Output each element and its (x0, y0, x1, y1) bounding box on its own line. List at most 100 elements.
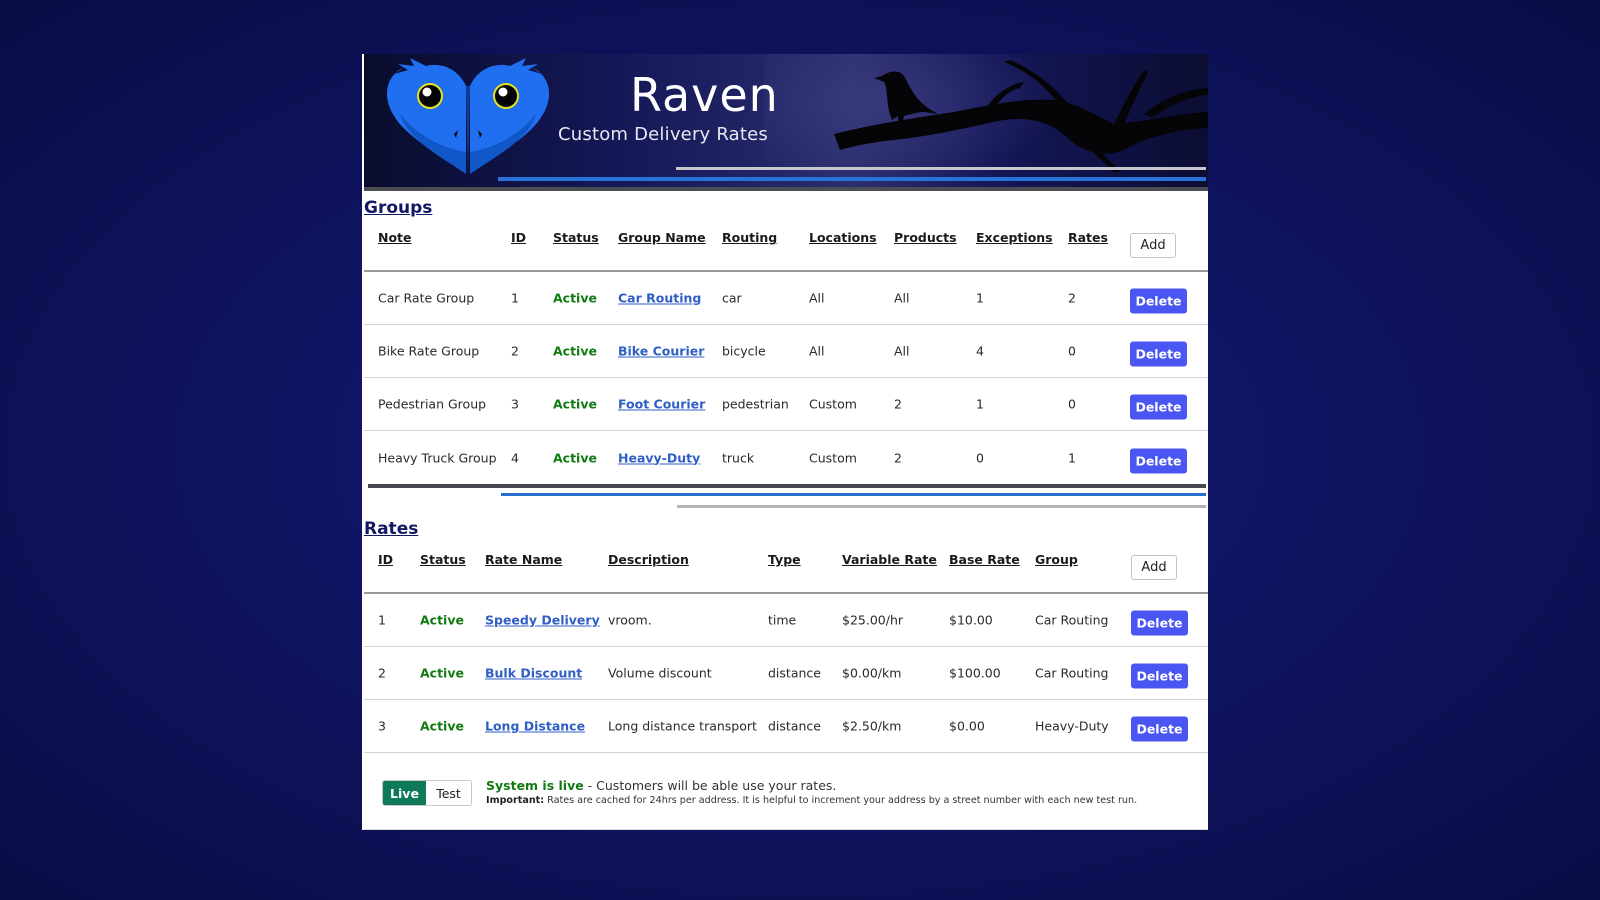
col-base-rate[interactable]: Base Rate (949, 552, 1020, 567)
group-rates: 1 (1068, 450, 1076, 465)
col-products[interactable]: Products (894, 230, 957, 245)
app-subtitle: Custom Delivery Rates (558, 124, 768, 145)
col-variable-rate[interactable]: Variable Rate (842, 552, 937, 567)
group-row: Pedestrian Group 3 Active Foot Courier p… (364, 378, 1208, 431)
groups-title[interactable]: Groups (364, 198, 432, 218)
group-routing: car (722, 290, 742, 306)
rate-row: 3 Active Long Distance Long distance tra… (364, 700, 1208, 753)
col-locations[interactable]: Locations (809, 230, 877, 245)
group-note: Bike Rate Group (378, 343, 480, 359)
col-group-name[interactable]: Group Name (618, 230, 706, 245)
group-locations: Custom (809, 450, 857, 465)
delete-group-button[interactable]: Delete (1130, 288, 1187, 314)
delete-rate-button[interactable]: Delete (1131, 716, 1188, 742)
rate-name-link[interactable]: Long Distance (485, 719, 585, 734)
group-id: 2 (511, 343, 519, 359)
delete-group-button[interactable]: Delete (1130, 394, 1187, 420)
group-locations: Custom (809, 396, 857, 412)
groups-table: Note ID Status Group Name Routing Locati… (364, 218, 1208, 484)
rate-group: Heavy-Duty (1035, 718, 1109, 734)
group-rates: 2 (1068, 290, 1076, 306)
col-exceptions[interactable]: Exceptions (976, 230, 1053, 245)
group-status: Active (553, 450, 597, 465)
group-rates: 0 (1068, 343, 1076, 359)
group-locations: All (809, 290, 825, 306)
col-note[interactable]: Note (378, 230, 412, 245)
raven-on-branch-icon (834, 60, 1208, 172)
group-status: Active (553, 343, 597, 359)
panel-bottom-border (364, 827, 1208, 830)
col-id[interactable]: ID (511, 230, 526, 245)
toggle-live-button[interactable]: Live (383, 781, 426, 805)
group-locations: All (809, 343, 825, 359)
group-id: 3 (511, 396, 519, 412)
banner-line-blue (498, 177, 1206, 181)
section-divider-grey (677, 505, 1206, 508)
col-status[interactable]: Status (553, 230, 599, 245)
group-id: 4 (511, 450, 519, 465)
group-exceptions: 0 (976, 450, 984, 465)
group-products: All (894, 290, 910, 306)
add-group-button[interactable]: Add (1130, 233, 1176, 258)
rate-status: Active (420, 718, 464, 734)
group-name-link[interactable]: Car Routing (618, 291, 701, 306)
rate-status: Active (420, 612, 464, 628)
col-rate-name[interactable]: Rate Name (485, 552, 562, 567)
rate-variable: $25.00/hr (842, 612, 904, 628)
header-banner: Raven Custom Delivery Rates (364, 54, 1208, 191)
add-rate-button[interactable]: Add (1131, 555, 1177, 580)
col-type[interactable]: Type (768, 552, 801, 567)
col-id[interactable]: ID (378, 552, 393, 567)
col-group[interactable]: Group (1035, 552, 1078, 567)
group-name-link[interactable]: Heavy-Duty (618, 450, 700, 465)
rate-row: 2 Active Bulk Discount Volume discount d… (364, 647, 1208, 700)
group-products: All (894, 343, 910, 359)
important-text: Rates are cached for 24hrs per address. … (544, 795, 1138, 806)
rate-id: 3 (378, 718, 386, 734)
group-exceptions: 1 (976, 290, 984, 306)
group-routing: pedestrian (722, 396, 789, 412)
rate-variable: $2.50/km (842, 718, 902, 734)
rate-base: $100.00 (949, 665, 1001, 681)
rate-status: Active (420, 665, 464, 681)
rate-name-link[interactable]: Bulk Discount (485, 666, 582, 681)
rate-variable: $0.00/km (842, 665, 902, 681)
rate-description: Volume discount (608, 665, 712, 681)
rates-title[interactable]: Rates (364, 519, 418, 539)
rate-id: 1 (378, 612, 386, 628)
group-rates: 0 (1068, 396, 1076, 412)
col-rates[interactable]: Rates (1068, 230, 1108, 245)
rate-type: time (768, 612, 797, 628)
group-note: Heavy Truck Group (378, 450, 497, 465)
group-status: Active (553, 396, 597, 412)
group-routing: bicycle (722, 343, 766, 359)
rate-name-link[interactable]: Speedy Delivery (485, 613, 600, 628)
system-status-line: System is live - Customers will be able … (486, 778, 836, 793)
group-note: Pedestrian Group (378, 396, 487, 412)
group-status: Active (553, 290, 597, 306)
col-status[interactable]: Status (420, 552, 466, 567)
group-id: 1 (511, 290, 519, 306)
group-name-link[interactable]: Foot Courier (618, 397, 705, 412)
rate-type: distance (768, 718, 821, 734)
rate-description: Long distance transport (608, 718, 757, 734)
group-row: Bike Rate Group 2 Active Bike Courier bi… (364, 325, 1208, 378)
app-panel: Raven Custom Delivery Rates Groups Note … (362, 54, 1208, 830)
delete-group-button[interactable]: Delete (1130, 341, 1187, 367)
group-row: Car Rate Group 1 Active Car Routing car … (364, 272, 1208, 325)
banner-line-silver (676, 167, 1206, 170)
owl-heart-logo-icon (386, 58, 550, 174)
col-description[interactable]: Description (608, 552, 689, 567)
group-exceptions: 1 (976, 396, 984, 412)
delete-rate-button[interactable]: Delete (1131, 610, 1188, 636)
rate-id: 2 (378, 665, 386, 681)
groups-header-row: Note ID Status Group Name Routing Locati… (364, 218, 1208, 272)
rate-group: Car Routing (1035, 612, 1109, 628)
banner-line-grey (364, 187, 1208, 191)
group-name-link[interactable]: Bike Courier (618, 344, 704, 359)
delete-group-button[interactable]: Delete (1130, 448, 1187, 473)
col-routing[interactable]: Routing (722, 230, 777, 245)
delete-rate-button[interactable]: Delete (1131, 663, 1188, 689)
group-exceptions: 4 (976, 343, 984, 359)
toggle-test-button[interactable]: Test (426, 781, 471, 805)
